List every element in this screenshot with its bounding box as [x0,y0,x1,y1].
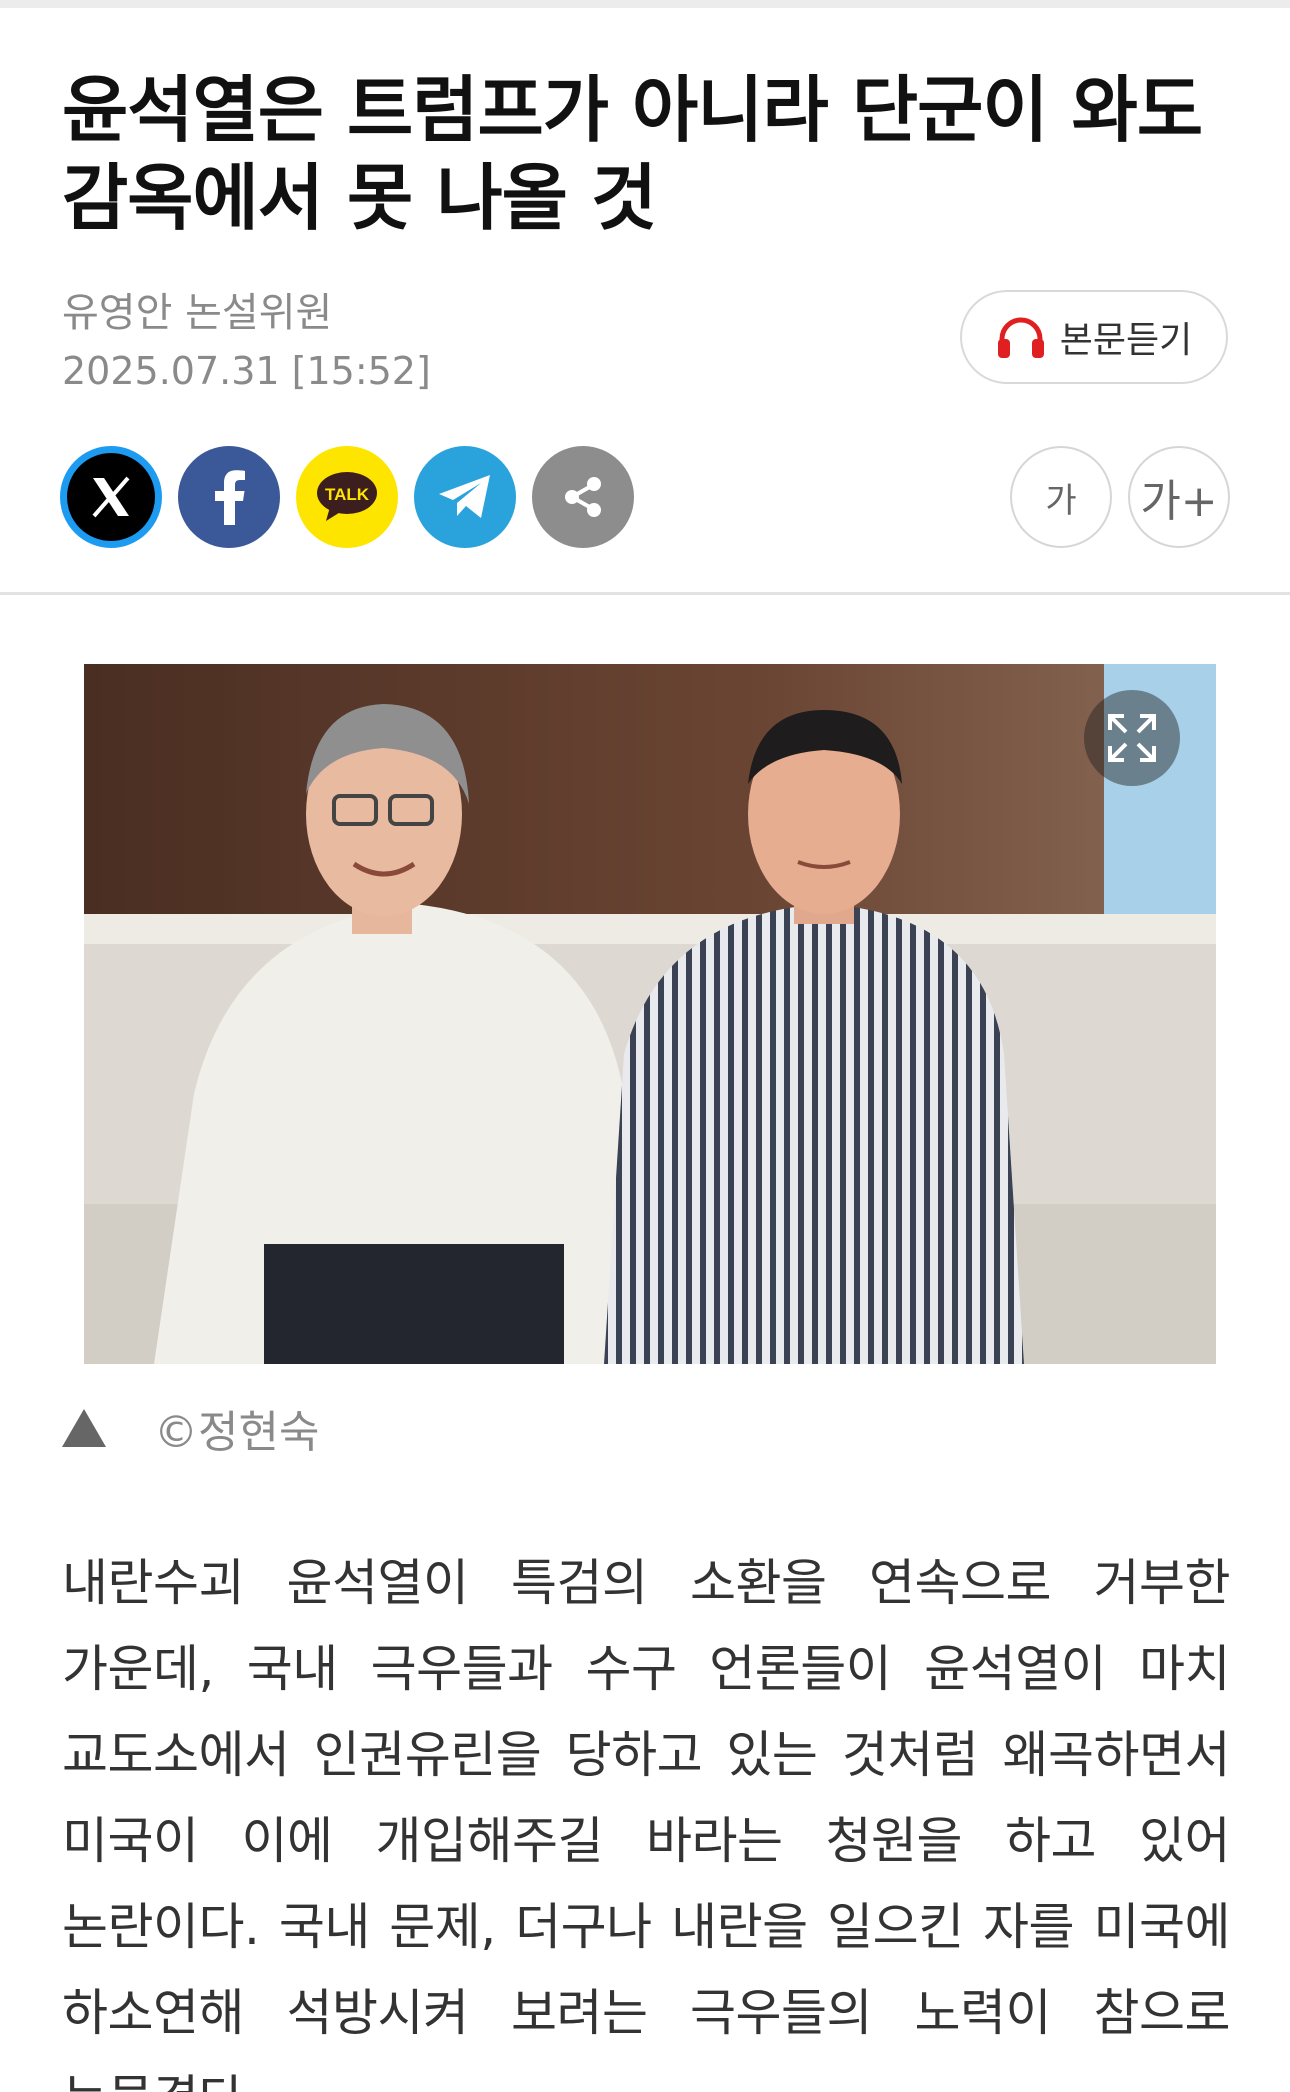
section-divider [0,592,1290,595]
x-icon [92,476,130,518]
share-telegram-button[interactable] [414,446,516,548]
share-buttons: TALK [60,446,634,548]
share-more-button[interactable] [532,446,634,548]
article-photo[interactable] [84,664,1216,1364]
publish-date: 2025.07.31 [15:52] [62,349,431,393]
article-headline: 윤석열은 트럼프가 아니라 단군이 와도 감옥에서 못 나올 것 [62,68,1203,240]
listen-button[interactable]: 본문듣기 [960,290,1228,384]
byline: 유영안 논설위원 2025.07.31 [15:52] [62,286,662,398]
photo-illustration [84,664,1216,1364]
photo-caption: ©정현숙 [62,1396,319,1460]
facebook-icon [215,470,245,525]
font-increase-button[interactable]: 가+ [1128,446,1230,548]
expand-icon [1108,714,1156,762]
triangle-up-icon [62,1409,106,1447]
kakaotalk-icon: TALK [317,472,377,521]
top-strip [0,0,1290,8]
share-x-button[interactable] [60,446,162,548]
article-body: 내란수괴 윤석열이 특검의 소환을 연속으로 거부한 가운데, 국내 극우들과 … [62,1554,1231,2092]
photo-credit: ©정현숙 [154,1407,320,1458]
expand-photo-button[interactable] [1084,690,1180,786]
headphones-icon [997,317,1044,358]
font-decrease-button[interactable]: 가 [1010,446,1112,548]
kakaotalk-label: TALK [325,485,370,504]
share-icon [565,477,601,517]
share-kakaotalk-button[interactable]: TALK [296,446,398,548]
telegram-icon [439,475,490,518]
author-name[interactable]: 유영안 논설위원 [62,286,662,340]
listen-label: 본문듣기 [1059,320,1193,361]
share-facebook-button[interactable] [178,446,280,548]
